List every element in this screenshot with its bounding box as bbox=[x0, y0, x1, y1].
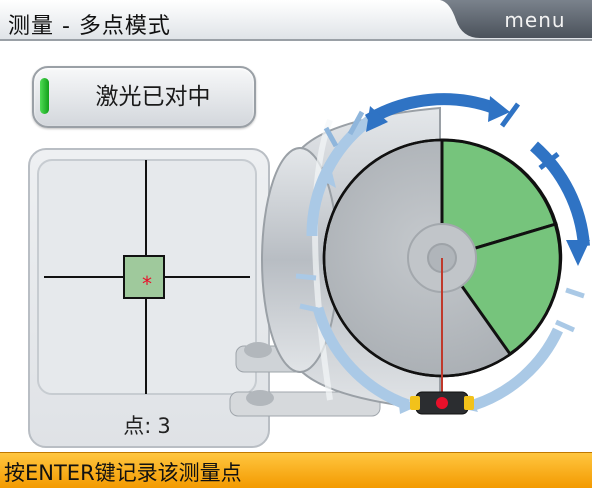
status-prompt: 按ENTER键记录该测量点 bbox=[4, 461, 242, 485]
status-bar: 按ENTER键记录该测量点 bbox=[0, 452, 592, 488]
alignment-screen: 测量 - 多点模式 menu 激光已对中 * 点: 3 按ENTER键记录该测量… bbox=[0, 0, 592, 488]
machine-illustration bbox=[229, 93, 590, 417]
sensor-led-icon bbox=[436, 397, 448, 409]
